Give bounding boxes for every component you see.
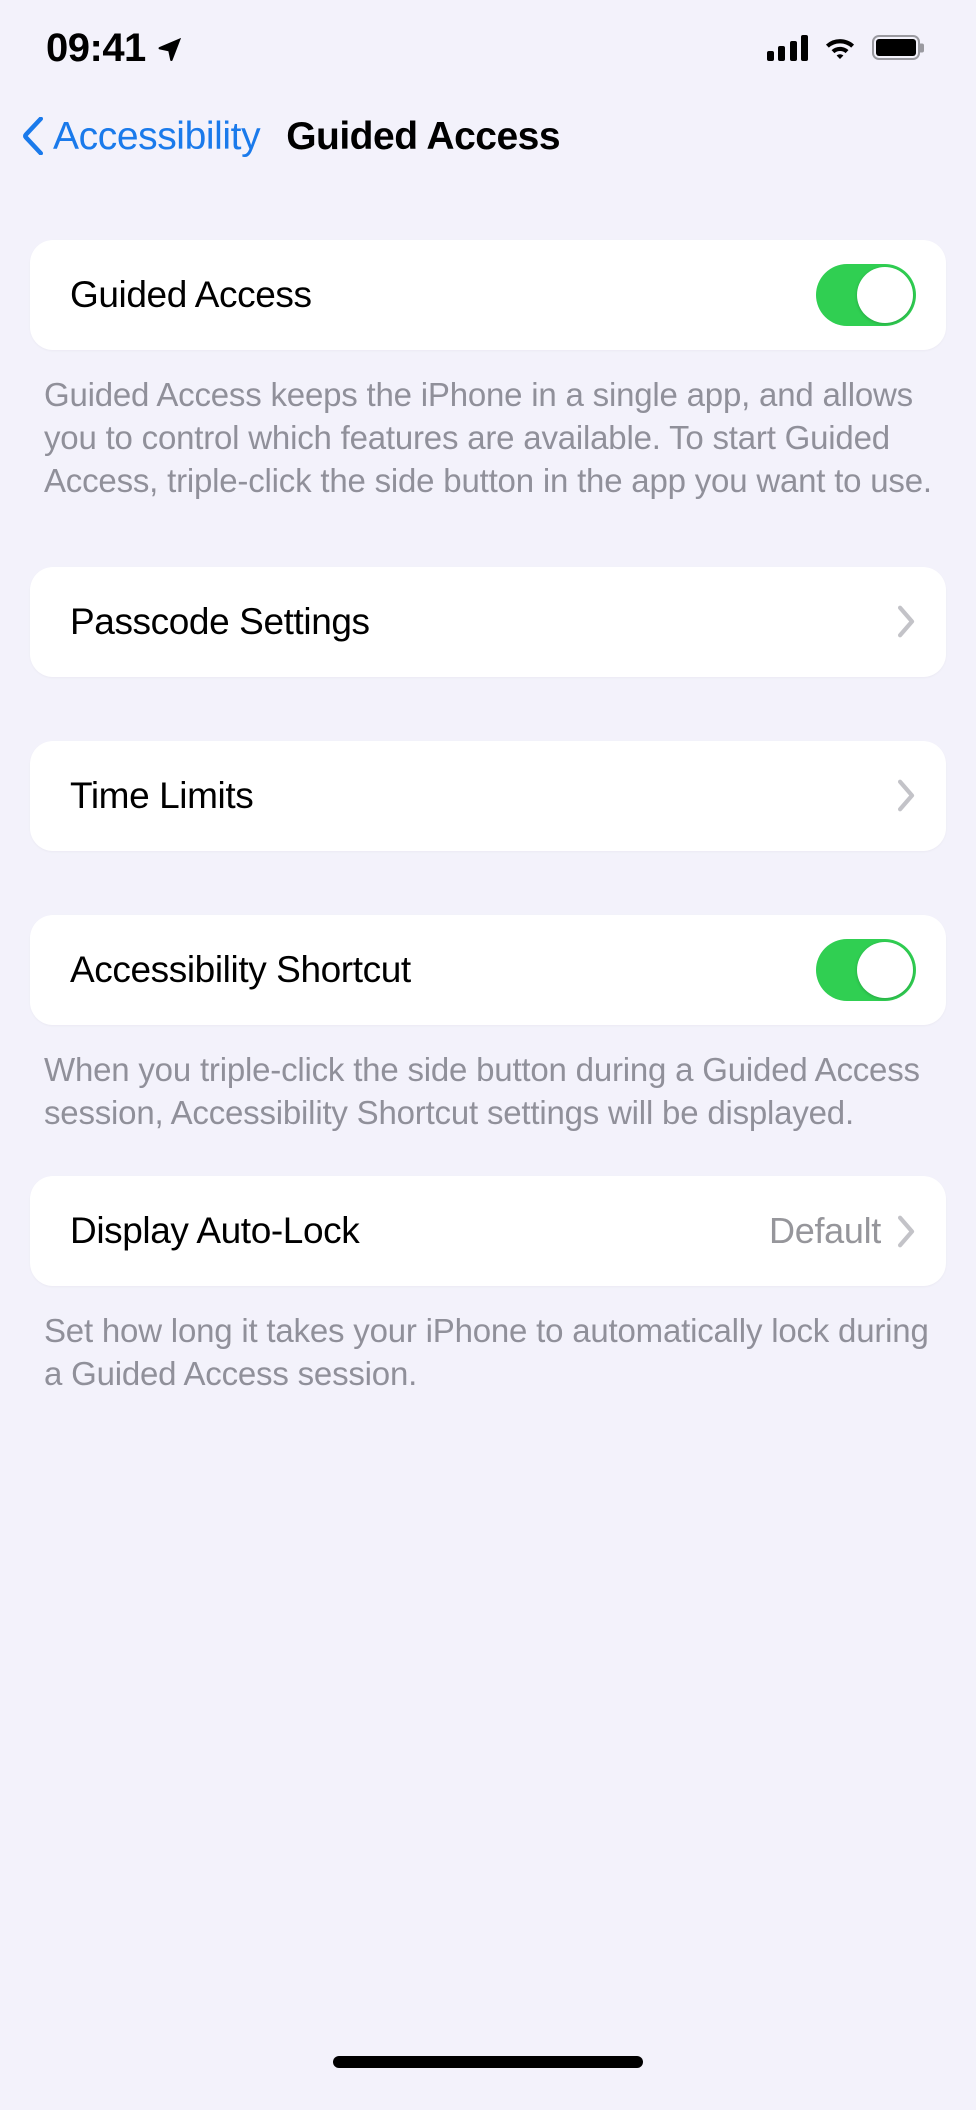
passcode-settings-right	[897, 605, 916, 638]
accessibility-shortcut-footnote: When you triple-click the side button du…	[44, 1050, 920, 1131]
row-accessibility-shortcut[interactable]: Accessibility Shortcut	[30, 915, 946, 1025]
display-auto-lock-right: Default	[769, 1210, 916, 1252]
status-bar-left: 09:41	[46, 28, 184, 68]
navigation-bar: Accessibility Guided Access	[0, 96, 976, 176]
chevron-right-icon	[897, 1215, 915, 1248]
display-auto-lock-label: Display Auto-Lock	[70, 1210, 360, 1252]
time-limits-right	[897, 779, 916, 812]
settings-content: Guided Access Guided Access keeps the iP…	[0, 176, 976, 1396]
guided-access-toggle[interactable]	[816, 264, 916, 326]
chevron-right-icon	[897, 779, 915, 812]
guided-access-card: Guided Access	[30, 240, 946, 350]
passcode-settings-card: Passcode Settings	[30, 566, 946, 677]
accessibility-shortcut-label: Accessibility Shortcut	[70, 948, 411, 990]
guided-access-footnote: Guided Access keeps the iPhone in a sing…	[44, 376, 932, 499]
row-guided-access[interactable]: Guided Access	[30, 240, 946, 350]
spacer-top	[0, 176, 976, 240]
accessibility-shortcut-toggle[interactable]	[816, 938, 916, 1001]
back-button-accessibility[interactable]: Accessibility	[22, 114, 261, 158]
toggle-knob	[857, 267, 913, 323]
home-indicator[interactable]	[333, 2056, 643, 2068]
chevron-right-icon	[897, 605, 915, 638]
back-button-label: Accessibility	[53, 114, 261, 158]
display-auto-lock-footnote: Set how long it takes your iPhone to aut…	[44, 1312, 929, 1393]
toggle-knob	[857, 941, 913, 998]
display-auto-lock-value: Default	[769, 1210, 881, 1252]
chevron-left-icon	[23, 117, 44, 155]
passcode-settings-label: Passcode Settings	[70, 600, 370, 642]
page-title: Guided Access	[286, 114, 561, 158]
time-limits-card: Time Limits	[30, 740, 946, 851]
guided-access-label: Guided Access	[70, 274, 312, 315]
status-bar-clock: 09:41	[46, 25, 146, 70]
status-bar: 09:41	[0, 0, 976, 95]
display-auto-lock-card: Display Auto-Lock Default	[30, 1176, 946, 1287]
battery-full-icon	[872, 35, 920, 60]
wifi-icon	[825, 38, 855, 59]
row-display-auto-lock[interactable]: Display Auto-Lock Default	[30, 1176, 946, 1286]
accessibility-shortcut-card: Accessibility Shortcut	[30, 914, 946, 1025]
row-time-limits[interactable]: Time Limits	[30, 741, 946, 851]
time-limits-label: Time Limits	[70, 774, 254, 816]
location-arrow-icon	[158, 37, 181, 61]
row-passcode-settings[interactable]: Passcode Settings	[30, 567, 946, 677]
iphone-settings-screen: 09:41 Accessibility Guided Access Guided…	[0, 0, 976, 2110]
cellular-bars-icon	[766, 34, 808, 61]
status-bar-right	[766, 34, 920, 61]
